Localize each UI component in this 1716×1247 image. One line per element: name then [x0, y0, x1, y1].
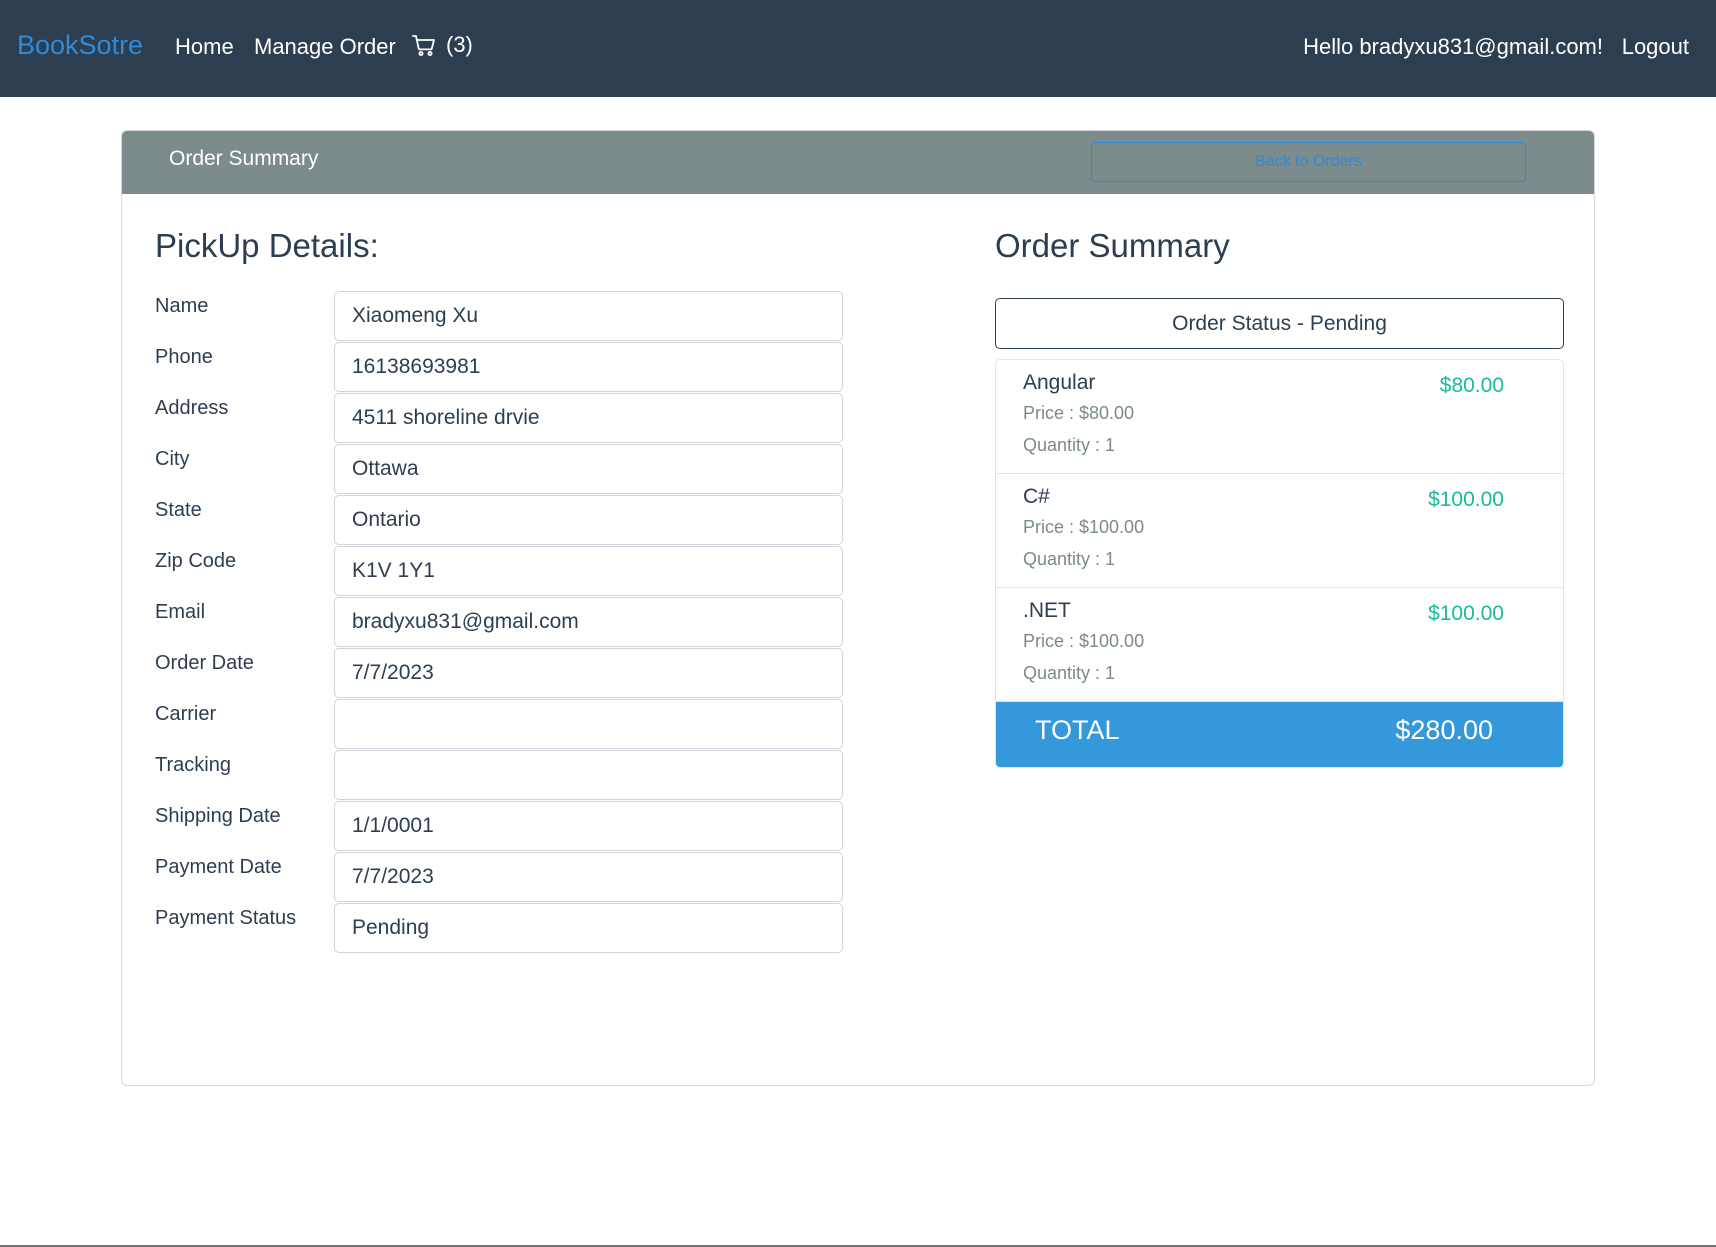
- item-total: $80.00: [1439, 374, 1504, 397]
- field-label-zip-code: Zip Code: [155, 550, 237, 572]
- cart-count: (3): [446, 32, 473, 57]
- nav-greeting-link[interactable]: Hello bradyxu831@gmail.com!: [1303, 34, 1603, 60]
- card-header: Order Summary Back to Orders: [122, 131, 1594, 194]
- field-email: Email: [155, 597, 865, 647]
- item-quantity: Quantity : 1: [1023, 435, 1116, 455]
- item-price: Price : $100.00: [1023, 517, 1145, 537]
- total-label: TOTAL: [1035, 715, 1120, 745]
- order-item: .NET Price : $100.00 Quantity : 1 $100.0…: [996, 588, 1563, 702]
- field-label-email: Email: [155, 601, 206, 623]
- item-price: Price : $100.00: [1023, 631, 1145, 651]
- order-status-box: Order Status - Pending: [995, 298, 1564, 349]
- payment-date-input[interactable]: [334, 852, 843, 902]
- city-input[interactable]: [334, 444, 843, 494]
- order-summary-title: Order Summary: [995, 227, 1230, 264]
- item-price: Price : $80.00: [1023, 403, 1135, 423]
- carrier-input[interactable]: [334, 699, 843, 749]
- field-label-city: City: [155, 448, 190, 470]
- field-shipping-date: Shipping Date: [155, 801, 865, 851]
- field-tracking: Tracking: [155, 750, 865, 800]
- payment-status-input[interactable]: [334, 903, 843, 953]
- field-label-address: Address: [155, 397, 229, 419]
- order-item: C# Price : $100.00 Quantity : 1 $100.00: [996, 474, 1563, 588]
- email-input[interactable]: [334, 597, 843, 647]
- zip-code-input[interactable]: [334, 546, 843, 596]
- item-name: .NET: [1023, 599, 1071, 622]
- cart-icon: [412, 33, 436, 57]
- item-total: $100.00: [1428, 488, 1504, 511]
- field-payment-date: Payment Date: [155, 852, 865, 902]
- order-items-list: Angular Price : $80.00 Quantity : 1 $80.…: [995, 359, 1564, 768]
- field-payment-status: Payment Status: [155, 903, 865, 953]
- brand-link[interactable]: BookSotre: [17, 30, 143, 61]
- field-label-payment-date: Payment Date: [155, 856, 282, 878]
- nav-manage-order-link[interactable]: Manage Order: [254, 34, 396, 60]
- field-label-phone: Phone: [155, 346, 213, 368]
- nav-home-link[interactable]: Home: [175, 34, 234, 60]
- field-address: Address: [155, 393, 865, 443]
- field-order-date: Order Date: [155, 648, 865, 698]
- item-name: Angular: [1023, 371, 1096, 394]
- pickup-details-title: PickUp Details:: [155, 227, 379, 264]
- nav-logout-link[interactable]: Logout: [1622, 34, 1689, 60]
- field-label-tracking: Tracking: [155, 754, 231, 776]
- state-input[interactable]: [334, 495, 843, 545]
- nav-cart-link[interactable]: (3): [412, 32, 473, 58]
- field-label-shipping-date: Shipping Date: [155, 805, 281, 827]
- field-state: State: [155, 495, 865, 545]
- address-input[interactable]: [334, 393, 843, 443]
- item-quantity: Quantity : 1: [1023, 663, 1116, 683]
- field-zip-code: Zip Code: [155, 546, 865, 596]
- item-quantity: Quantity : 1: [1023, 549, 1116, 569]
- order-date-input[interactable]: [334, 648, 843, 698]
- field-label-name: Name: [155, 295, 209, 317]
- navbar: BookSotre Home Manage Order (3) Hello br…: [0, 0, 1716, 97]
- name-input[interactable]: [334, 291, 843, 341]
- shipping-date-input[interactable]: [334, 801, 843, 851]
- field-phone: Phone: [155, 342, 865, 392]
- field-label-payment-status: Payment Status: [155, 907, 297, 929]
- item-name: C#: [1023, 485, 1050, 508]
- tracking-input[interactable]: [334, 750, 843, 800]
- order-total-row: TOTAL $280.00: [996, 702, 1563, 767]
- order-item: Angular Price : $80.00 Quantity : 1 $80.…: [996, 360, 1563, 474]
- field-label-order-date: Order Date: [155, 652, 254, 674]
- total-value: $280.00: [1395, 715, 1493, 745]
- order-card: Order Summary Back to Orders PickUp Deta…: [121, 130, 1595, 1086]
- item-total: $100.00: [1428, 602, 1504, 625]
- field-label-carrier: Carrier: [155, 703, 217, 725]
- back-to-orders-button[interactable]: Back to Orders: [1091, 142, 1526, 182]
- field-city: City: [155, 444, 865, 494]
- field-name: Name: [155, 291, 865, 341]
- field-carrier: Carrier: [155, 699, 865, 749]
- card-header-title: Order Summary: [169, 147, 319, 170]
- field-label-state: State: [155, 499, 202, 521]
- phone-input[interactable]: [334, 342, 843, 392]
